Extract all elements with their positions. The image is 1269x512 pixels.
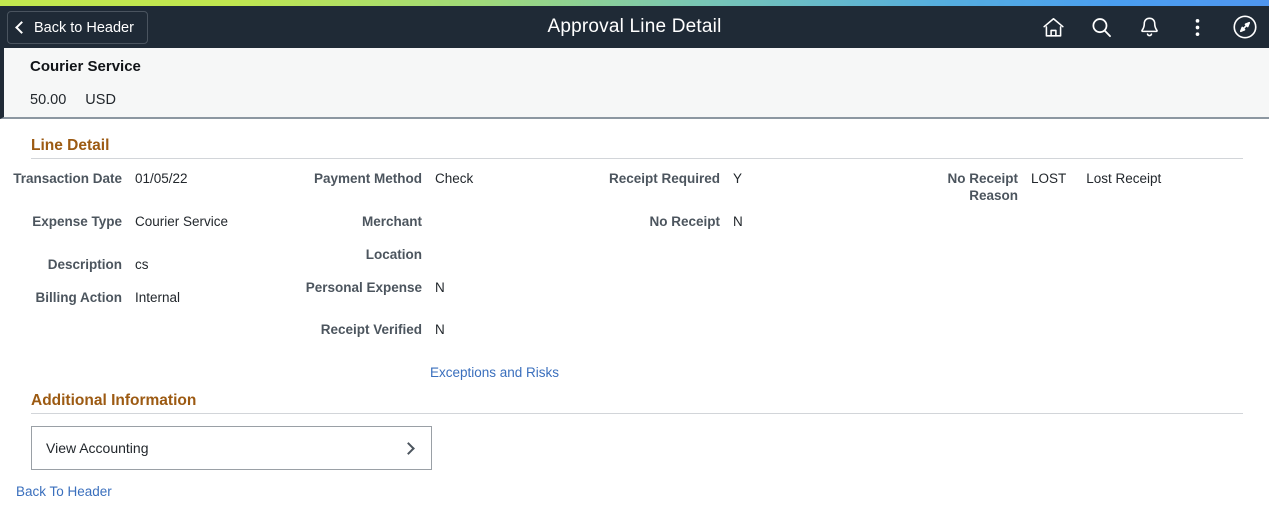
expense-title: Courier Service xyxy=(30,58,141,75)
field-value: 01/05/22 xyxy=(135,171,188,186)
field-label: Billing Action xyxy=(35,290,123,305)
field-label: Receipt Verified xyxy=(320,322,422,337)
field-label: Transaction Date xyxy=(13,171,122,186)
field-description: Description cs xyxy=(0,256,250,273)
view-accounting-button[interactable]: View Accounting xyxy=(31,426,432,470)
field-value-description: Lost Receipt xyxy=(1086,171,1162,186)
header-icon-group xyxy=(1037,6,1261,48)
field-label: Merchant xyxy=(361,214,422,229)
field-transaction-date: Transaction Date 01/05/22 xyxy=(0,170,250,187)
chevron-right-icon xyxy=(402,441,415,455)
search-icon[interactable] xyxy=(1085,11,1117,43)
field-location: Location xyxy=(297,246,547,263)
field-label: Location xyxy=(365,247,422,262)
field-value: Courier Service xyxy=(135,214,229,229)
exceptions-and-risks-link[interactable]: Exceptions and Risks xyxy=(430,365,559,380)
back-to-header-button-label: Back to Header xyxy=(34,19,134,36)
expense-summary-band: Courier Service 50.00 USD xyxy=(0,48,1269,119)
field-no-receipt-reason: No Receipt Reason LOST Lost Receipt xyxy=(898,170,1228,204)
home-icon[interactable] xyxy=(1037,11,1069,43)
field-value: N xyxy=(435,280,445,295)
field-value: Internal xyxy=(135,290,181,305)
field-receipt-verified: Receipt Verified N xyxy=(297,321,547,338)
expense-amount: 50.00 xyxy=(30,92,67,108)
additional-information-section-heading: Additional Information xyxy=(31,392,197,409)
field-billing-action: Billing Action Internal xyxy=(0,289,250,306)
field-value: N xyxy=(733,214,743,229)
expense-amount-row: 50.00 USD xyxy=(30,92,116,108)
field-value: cs xyxy=(135,257,149,272)
field-expense-type: Expense Type Courier Service xyxy=(0,213,290,230)
actions-menu-icon[interactable] xyxy=(1181,11,1213,43)
field-label: No Receipt xyxy=(649,214,720,229)
field-personal-expense: Personal Expense N xyxy=(297,279,547,296)
view-accounting-label: View Accounting xyxy=(46,440,149,456)
approval-line-detail-page: Approval Line Detail Back to Header Cour… xyxy=(0,0,1269,512)
line-detail-section-heading: Line Detail xyxy=(31,137,110,154)
navbar-compass-icon[interactable] xyxy=(1229,11,1261,43)
field-label: Payment Method xyxy=(313,171,422,186)
back-to-header-link[interactable]: Back To Header xyxy=(16,484,112,499)
app-header: Approval Line Detail Back to Header xyxy=(0,6,1269,48)
field-label: Personal Expense xyxy=(305,280,422,295)
field-label: Description xyxy=(47,257,122,272)
field-merchant: Merchant xyxy=(297,213,547,230)
field-label: Expense Type xyxy=(32,214,122,229)
notifications-bell-icon[interactable] xyxy=(1133,11,1165,43)
field-value: N xyxy=(435,322,445,337)
field-payment-method: Payment Method Check xyxy=(297,170,547,187)
additional-information-divider xyxy=(31,413,1243,414)
field-receipt-required: Receipt Required Y xyxy=(598,170,848,187)
expense-currency: USD xyxy=(85,92,116,108)
chevron-left-icon xyxy=(15,20,28,34)
line-detail-divider xyxy=(31,158,1243,159)
field-value: Y xyxy=(733,171,743,186)
field-value: LOST xyxy=(1031,171,1067,186)
field-no-receipt: No Receipt N xyxy=(598,213,848,230)
field-value: Check xyxy=(435,171,474,186)
field-label: Receipt Required xyxy=(608,171,720,186)
field-label: No Receipt Reason xyxy=(947,171,1018,203)
back-to-header-button[interactable]: Back to Header xyxy=(7,11,148,44)
